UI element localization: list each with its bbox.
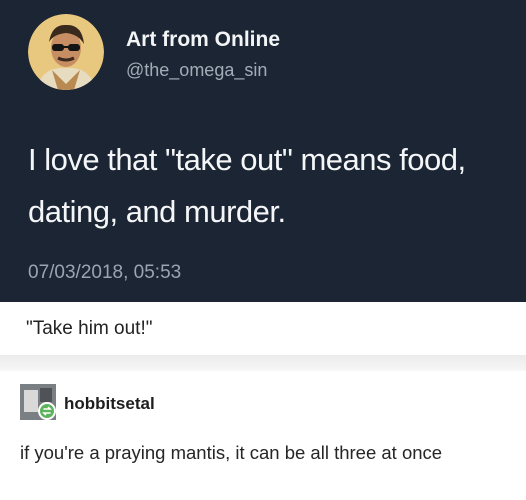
avatar[interactable] [28, 14, 104, 90]
tweet-timestamp[interactable]: 07/03/2018, 05:53 [28, 262, 181, 284]
post-caption: "Take him out!" [26, 318, 153, 339]
divider [0, 355, 526, 371]
reply-text: if you're a praying mantis, it can be al… [20, 442, 443, 463]
display-name[interactable]: Art from Online [126, 28, 280, 52]
man-with-sunglasses-avatar-icon [28, 14, 104, 90]
reblog-username[interactable]: hobbitsetal [64, 394, 155, 414]
tweet-card: Art from Online @the_omega_sin I love th… [0, 0, 526, 302]
reblog-icon [38, 402, 56, 420]
user-handle[interactable]: @the_omega_sin [126, 60, 267, 81]
tweet-text: I love that "take out" means food, datin… [28, 142, 466, 229]
